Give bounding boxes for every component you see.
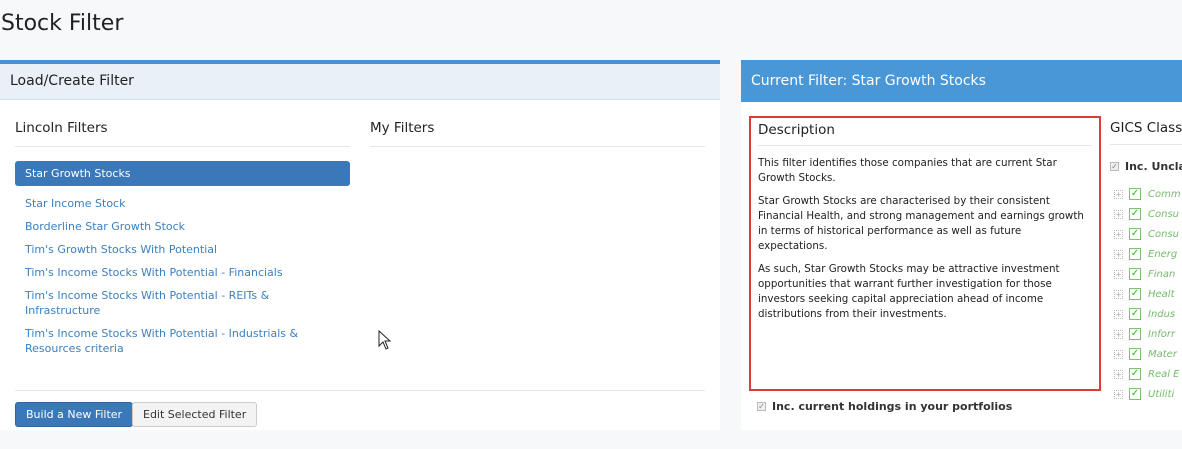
expand-icon[interactable]: + bbox=[1114, 289, 1123, 299]
page-title: Stock Filter bbox=[1, 11, 124, 36]
expand-icon[interactable]: + bbox=[1114, 229, 1123, 239]
holdings-checkbox-icon[interactable]: ✓ bbox=[757, 402, 766, 411]
gics-item[interactable]: + ✓ Consu bbox=[1114, 224, 1181, 244]
gics-classification-title: GICS Classi bbox=[1110, 120, 1182, 136]
expand-icon[interactable]: + bbox=[1114, 269, 1123, 279]
description-paragraph: As such, Star Growth Stocks may be attra… bbox=[758, 263, 1060, 320]
gics-item[interactable]: + ✓ Inforr bbox=[1114, 324, 1181, 344]
gics-item-label: Indus bbox=[1148, 308, 1176, 320]
button-divider bbox=[15, 390, 705, 391]
gics-item-label: Consu bbox=[1148, 208, 1179, 220]
gics-item[interactable]: + ✓ Mater bbox=[1114, 344, 1181, 364]
inc-unclassified-label: Inc. Unclas bbox=[1125, 160, 1182, 173]
holdings-label: Inc. current holdings in your portfolios bbox=[772, 400, 1013, 413]
description-paragraph: Star Growth Stocks are characterised by … bbox=[758, 195, 1084, 252]
current-filter-panel: Current Filter: Star Growth Stocks Descr… bbox=[741, 60, 1182, 430]
load-create-filter-header: Load/Create Filter bbox=[0, 64, 720, 100]
checkbox-checked-icon[interactable]: ✓ bbox=[1129, 248, 1141, 260]
inc-unclassified-option[interactable]: ✓ Inc. Unclas bbox=[1110, 160, 1182, 173]
checkbox-checked-icon[interactable]: ✓ bbox=[1129, 348, 1141, 360]
checkbox-checked-icon[interactable]: ✓ bbox=[1129, 328, 1141, 340]
load-create-filter-panel: Load/Create Filter Lincoln Filters My Fi… bbox=[0, 60, 720, 430]
inc-holdings-option[interactable]: ✓ Inc. current holdings in your portfoli… bbox=[757, 400, 1012, 413]
gics-tree: + ✓ Comm + ✓ Consu + ✓ Consu + ✓ Energ + ✓ Finan +… bbox=[1114, 184, 1181, 404]
expand-icon[interactable]: + bbox=[1114, 329, 1123, 339]
gics-item[interactable]: + ✓ Utiliti bbox=[1114, 384, 1181, 404]
checkbox-checked-icon[interactable]: ✓ bbox=[1129, 368, 1141, 380]
gics-item-label: Utiliti bbox=[1148, 388, 1175, 400]
gics-item-label: Consu bbox=[1148, 228, 1179, 240]
mouse-cursor-icon bbox=[378, 330, 392, 350]
filter-item-tims-income-financials[interactable]: Tim's Income Stocks With Potential - Fin… bbox=[15, 265, 350, 280]
expand-icon[interactable]: + bbox=[1114, 189, 1123, 199]
description-paragraph: This filter identifies those companies t… bbox=[758, 157, 1057, 184]
filter-item-borderline-star-growth[interactable]: Borderline Star Growth Stock bbox=[15, 219, 350, 234]
expand-icon[interactable]: + bbox=[1114, 209, 1123, 219]
expand-icon[interactable]: + bbox=[1114, 369, 1123, 379]
expand-icon[interactable]: + bbox=[1114, 349, 1123, 359]
lincoln-filters-divider bbox=[15, 146, 350, 147]
checkbox-checked-icon[interactable]: ✓ bbox=[1129, 228, 1141, 240]
filter-item-tims-income-industrials[interactable]: Tim's Income Stocks With Potential - Ind… bbox=[15, 326, 350, 356]
checkbox-checked-icon[interactable]: ✓ bbox=[1129, 288, 1141, 300]
gics-divider bbox=[1110, 144, 1182, 145]
current-filter-header: Current Filter: Star Growth Stocks bbox=[741, 60, 1182, 102]
filter-item-tims-income-reits[interactable]: Tim's Income Stocks With Potential - REI… bbox=[15, 288, 350, 318]
gics-item-label: Inforr bbox=[1148, 328, 1176, 340]
gics-item[interactable]: + ✓ Consu bbox=[1114, 204, 1181, 224]
edit-selected-filter-button[interactable]: Edit Selected Filter bbox=[132, 402, 258, 427]
expand-icon[interactable]: + bbox=[1114, 249, 1123, 259]
expand-icon[interactable]: + bbox=[1114, 309, 1123, 319]
checkbox-checked-icon[interactable]: ✓ bbox=[1129, 268, 1141, 280]
gics-item[interactable]: + ✓ Comm bbox=[1114, 184, 1181, 204]
filter-item-star-income-stock[interactable]: Star Income Stock bbox=[15, 196, 350, 211]
gics-item-label: Healt bbox=[1148, 288, 1175, 300]
my-filters-title: My Filters bbox=[370, 120, 435, 136]
build-new-filter-button[interactable]: Build a New Filter bbox=[15, 402, 134, 427]
lincoln-filters-list: Star Growth Stocks Star Income Stock Bor… bbox=[15, 161, 350, 364]
lincoln-filters-title: Lincoln Filters bbox=[15, 120, 108, 136]
gics-item-label: Energ bbox=[1148, 248, 1178, 260]
checkbox-checked-icon[interactable]: ✓ bbox=[1129, 388, 1141, 400]
gics-item[interactable]: + ✓ Indus bbox=[1114, 304, 1181, 324]
checkbox-checked-icon[interactable]: ✓ bbox=[1129, 188, 1141, 200]
gics-item-label: Mater bbox=[1148, 348, 1177, 360]
gics-item[interactable]: + ✓ Healt bbox=[1114, 284, 1181, 304]
checkbox-checked-icon[interactable]: ✓ bbox=[1129, 208, 1141, 220]
gics-item-label: Comm bbox=[1148, 188, 1181, 200]
gics-item[interactable]: + ✓ Energ bbox=[1114, 244, 1181, 264]
checkbox-checked-icon[interactable]: ✓ bbox=[1129, 308, 1141, 320]
description-title: Description bbox=[758, 122, 1092, 146]
gics-item-label: Real E bbox=[1148, 368, 1180, 380]
gics-item-label: Finan bbox=[1148, 268, 1176, 280]
expand-icon[interactable]: + bbox=[1114, 389, 1123, 399]
filter-item-star-growth-stocks[interactable]: Star Growth Stocks bbox=[15, 161, 350, 186]
filter-item-tims-growth[interactable]: Tim's Growth Stocks With Potential bbox=[15, 242, 350, 257]
my-filters-divider bbox=[370, 146, 705, 147]
description-box: Description This filter identifies those… bbox=[749, 116, 1101, 391]
gics-item[interactable]: + ✓ Finan bbox=[1114, 264, 1181, 284]
gics-item[interactable]: + ✓ Real E bbox=[1114, 364, 1181, 384]
unclassified-checkbox-icon[interactable]: ✓ bbox=[1110, 162, 1119, 171]
